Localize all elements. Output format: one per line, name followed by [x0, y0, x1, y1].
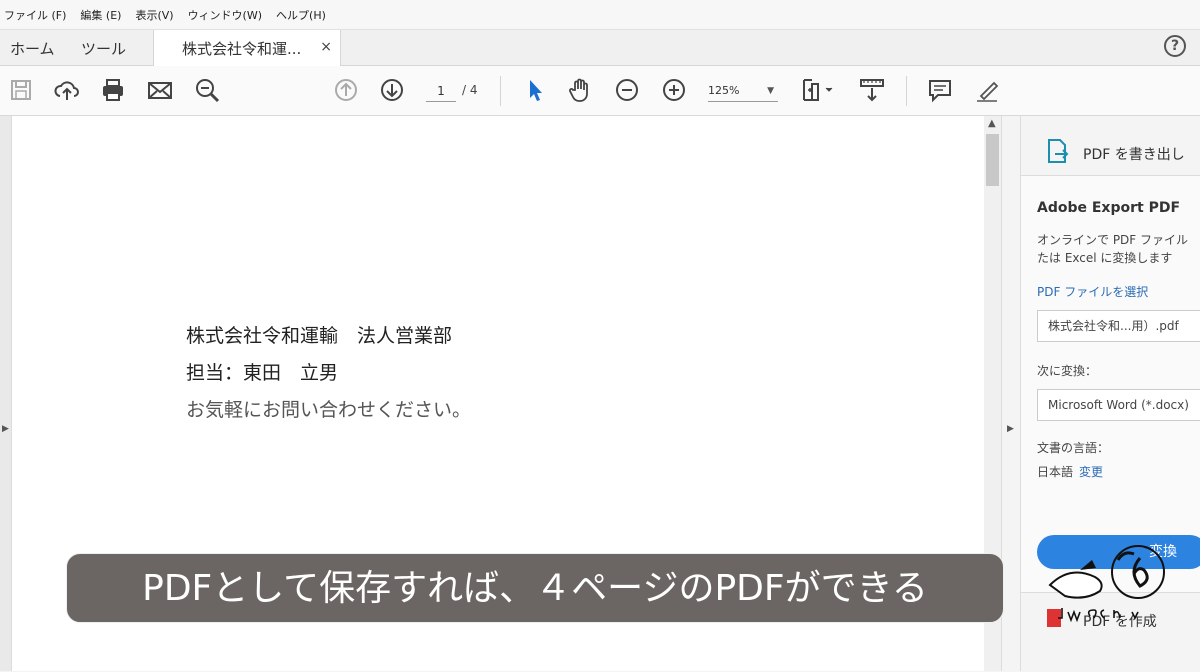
tab-document-label: 株式会社令和運...	[182, 39, 302, 58]
zoom-level-select[interactable]: 125% ▼	[708, 81, 778, 102]
menu-window[interactable]: ウィンドウ(W)	[188, 7, 262, 23]
convert-to-label: 次に変換：	[1037, 364, 1098, 378]
comment-icon[interactable]	[926, 76, 954, 104]
help-icon[interactable]: ?	[1164, 35, 1186, 57]
export-description-line: オンラインで PDF ファイル	[1037, 233, 1189, 247]
chevron-up-icon[interactable]: ▲	[988, 118, 996, 129]
scroll-mode-icon[interactable]	[858, 76, 886, 104]
change-language-link[interactable]: 変更	[1079, 465, 1103, 479]
export-service-title: Adobe Export PDF	[1037, 200, 1181, 216]
hand-icon[interactable]	[567, 76, 595, 104]
menu-help[interactable]: ヘルプ(H)	[276, 7, 326, 23]
toolbar-divider	[906, 76, 907, 106]
chevron-down-icon: ▼	[767, 86, 774, 96]
document-language-value: 日本語	[1037, 465, 1074, 479]
menu-view[interactable]: 表示(V)	[135, 7, 173, 23]
selected-file-field[interactable]: 株式会社令和...用）.pdf	[1037, 310, 1200, 342]
toolbar-divider	[500, 76, 501, 106]
next-page-icon[interactable]	[378, 76, 406, 104]
doc-line-contact: 担当：東田 立男	[186, 362, 339, 384]
convert-format-select[interactable]: Microsoft Word (*.docx)	[1037, 389, 1200, 421]
cloud-upload-icon[interactable]	[53, 76, 81, 104]
page-total: / 4	[462, 83, 478, 97]
menu-file[interactable]: ファイル (F)	[4, 7, 66, 23]
video-caption: PDFとして保存すれば、４ページのPDFができる	[66, 553, 1004, 623]
zoom-out-icon[interactable]	[613, 76, 641, 104]
export-pdf-icon	[1047, 138, 1069, 168]
mail-icon[interactable]	[146, 76, 174, 104]
tab-document[interactable]: 株式会社令和運... ×	[153, 30, 341, 66]
watermark-logo	[1040, 540, 1170, 640]
fit-page-icon[interactable]	[800, 76, 836, 104]
scrollbar-thumb[interactable]	[986, 134, 999, 186]
zoom-in-icon[interactable]	[660, 76, 688, 104]
zoom-level-value: 125%	[708, 84, 740, 97]
export-description: オンラインで PDF ファイル たは Excel に変換します	[1037, 231, 1188, 267]
prev-page-icon[interactable]	[332, 76, 360, 104]
document-language-row: 日本語 変更	[1037, 463, 1103, 480]
menu-edit[interactable]: 編集 (E)	[80, 7, 121, 23]
sign-icon[interactable]	[973, 76, 1001, 104]
chevron-right-icon: ▶	[2, 424, 9, 434]
tab-tools[interactable]: ツール	[81, 38, 126, 59]
left-panel-toggle[interactable]: ▶	[0, 116, 12, 671]
tab-home[interactable]: ホーム	[10, 38, 55, 59]
select-pdf-link[interactable]: PDF ファイルを選択	[1037, 283, 1148, 300]
chevron-right-icon: ▶	[1007, 424, 1014, 434]
menu-bar: ファイル (F) 編集 (E) 表示(V) ウィンドウ(W) ヘルプ(H)	[0, 0, 1200, 30]
print-icon[interactable]	[99, 76, 127, 104]
doc-line-company: 株式会社令和運輸 法人営業部	[186, 325, 453, 347]
export-pdf-title: PDF を書き出し	[1083, 147, 1185, 163]
document-language-label: 文書の言語：	[1037, 441, 1110, 455]
doc-line-note: お気軽にお問い合わせください。	[186, 399, 472, 421]
search-zoom-icon[interactable]	[193, 76, 221, 104]
right-panel-toggle[interactable]: ▶	[1001, 116, 1021, 671]
page-number-input[interactable]: 1	[426, 81, 456, 102]
save-icon[interactable]	[7, 76, 35, 104]
export-pdf-header[interactable]: PDF を書き出し	[1021, 116, 1200, 176]
tab-bar: ホーム ツール 株式会社令和運... × ?	[0, 30, 1200, 66]
select-cursor-icon[interactable]	[521, 76, 549, 104]
close-icon[interactable]: ×	[320, 39, 332, 55]
toolbar: 1 / 4 125% ▼	[0, 66, 1200, 116]
export-description-line: たは Excel に変換します	[1037, 251, 1173, 265]
document-text: 株式会社令和運輸 法人営業部 担当：東田 立男 お気軽にお問い合わせください。	[186, 318, 471, 429]
